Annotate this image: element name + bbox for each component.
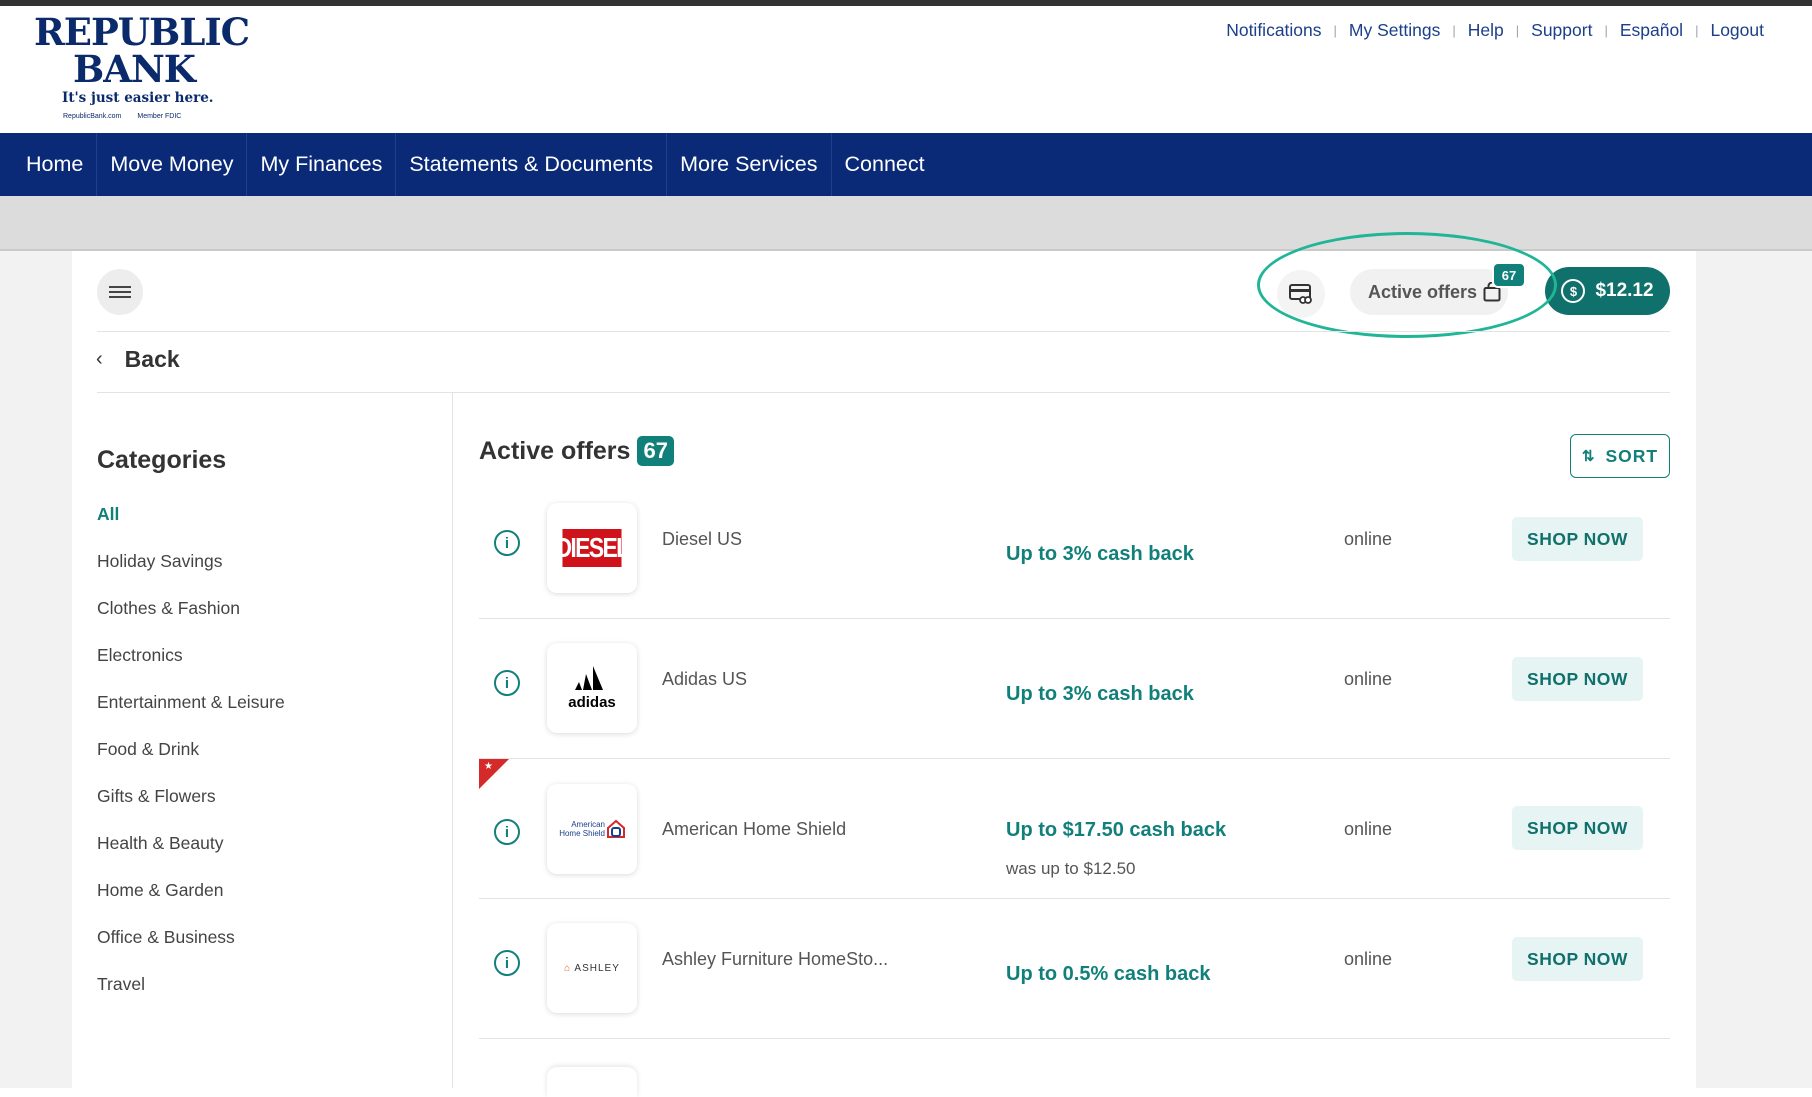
back-label: Back	[124, 346, 180, 372]
ahs-wordmark: American Home Shield	[559, 820, 605, 838]
cash-back-offer: Up to 3% cash back	[1006, 543, 1194, 565]
category-electronics[interactable]: Electronics	[97, 645, 183, 666]
merchant-logo: ⌂ ASHLEY	[547, 923, 637, 1013]
merchant-name: American Home Shield	[662, 819, 847, 839]
ashley-logo: ⌂ ASHLEY	[564, 963, 620, 974]
adidas-stripes-icon	[575, 665, 603, 690]
logo-fine-right: Member FDIC	[137, 113, 182, 120]
adidas-wordmark: adidas	[568, 693, 616, 711]
merchant-logo-partial	[547, 1067, 637, 1097]
star-icon: ★	[484, 761, 493, 772]
logo-tagline: It's just easier here.	[62, 90, 214, 106]
notifications-link[interactable]: Notifications	[1226, 20, 1321, 41]
logo-fine-left: RepublicBank.com	[63, 113, 122, 120]
logo-line-2: BANK	[73, 47, 196, 91]
category-clothes-fashion[interactable]: Clothes & Fashion	[97, 598, 240, 619]
sort-label: SORT	[1605, 445, 1659, 466]
merchant-name: Diesel US	[662, 529, 743, 549]
category-travel[interactable]: Travel	[97, 974, 145, 995]
column-divider	[452, 392, 453, 1088]
offer-channel: online	[1344, 529, 1393, 549]
cash-back-offer: Up to 3% cash back	[1006, 683, 1194, 705]
hamburger-menu-button[interactable]	[97, 269, 143, 315]
nav-home[interactable]: Home	[0, 133, 98, 196]
category-gifts-flowers[interactable]: Gifts & Flowers	[97, 786, 216, 807]
balance-amount: $12.12	[1595, 280, 1654, 301]
sort-arrows-icon: ⇅	[1581, 448, 1596, 465]
logo-line-1: REPUBLIC	[34, 10, 250, 54]
merchant-logo: American Home Shield	[547, 784, 637, 874]
info-icon[interactable]: i	[494, 950, 520, 976]
adidas-logo: adidas	[568, 665, 616, 711]
nav-move-money[interactable]: Move Money	[97, 133, 248, 196]
category-health-beauty[interactable]: Health & Beauty	[97, 833, 223, 854]
merchant-name: Adidas US	[662, 669, 748, 689]
shop-now-button[interactable]: SHOP NOW	[1512, 937, 1643, 981]
previous-offer: was up to $12.50	[1006, 859, 1136, 878]
gray-band	[0, 196, 1812, 251]
shop-now-button[interactable]: SHOP NOW	[1512, 806, 1643, 850]
utility-links: Notifications | My Settings | Help | Suppor…	[1226, 20, 1764, 41]
hamburger-icon	[109, 283, 131, 301]
support-link[interactable]: Support	[1531, 20, 1592, 41]
offer-channel: online	[1344, 819, 1393, 839]
house-shield-icon	[607, 819, 625, 838]
separator: |	[1333, 23, 1337, 38]
ashley-wordmark: ASHLEY	[574, 962, 620, 974]
nav-more-services[interactable]: More Services	[667, 133, 832, 196]
info-icon[interactable]: i	[494, 819, 520, 845]
shop-now-button[interactable]: SHOP NOW	[1512, 517, 1643, 561]
highlight-annotation-ring	[1257, 232, 1557, 338]
logo-fine-print: RepublicBank.com Member FDIC	[63, 113, 230, 120]
republic-bank-logo[interactable]: REPUBLIC BANK It's just easier here. Rep…	[34, 10, 250, 121]
nav-connect[interactable]: Connect	[832, 133, 938, 196]
cash-back-offer: Up to $17.50 cash back	[1006, 819, 1227, 841]
offers-heading: Active offers 67	[479, 436, 674, 466]
offer-row: ★ i American Home Shield American Home S…	[479, 759, 1670, 899]
category-entertainment-leisure[interactable]: Entertainment & Leisure	[97, 692, 285, 713]
main-nav: Home Move Money My Finances Statements &…	[0, 133, 1812, 196]
info-icon[interactable]: i	[494, 530, 520, 556]
category-all[interactable]: All	[97, 504, 119, 525]
category-home-garden[interactable]: Home & Garden	[97, 880, 223, 901]
separator: |	[1515, 23, 1520, 38]
separator: |	[1452, 23, 1456, 38]
logout-link[interactable]: Logout	[1710, 20, 1764, 41]
chevron-left-icon: ‹	[96, 348, 103, 370]
merchant-logo: DIESEL	[547, 503, 637, 593]
diesel-logo: DIESEL	[555, 529, 630, 567]
categories-title: Categories	[97, 446, 227, 474]
separator: |	[1695, 23, 1699, 38]
dollar-coin-icon: $	[1561, 279, 1586, 303]
nav-my-finances[interactable]: My Finances	[247, 133, 397, 196]
offer-channel: online	[1344, 669, 1393, 689]
cash-back-balance-button[interactable]: $ $12.12	[1545, 267, 1670, 315]
merchant-name: Ashley Furniture HomeSto...	[662, 949, 889, 969]
offers-title: Active offers	[479, 436, 631, 465]
offers-count-badge: 67	[637, 436, 674, 466]
offer-channel: online	[1344, 949, 1393, 969]
separator: |	[1604, 23, 1608, 38]
american-home-shield-logo: American Home Shield	[557, 818, 627, 840]
offer-row: i adidas Adidas US Up to 3% cash back on…	[479, 619, 1670, 759]
info-icon[interactable]: i	[494, 670, 520, 696]
cash-back-offer: Up to 0.5% cash back	[1006, 963, 1211, 985]
help-link[interactable]: Help	[1468, 20, 1504, 41]
ashley-mark-icon: ⌂	[564, 962, 572, 974]
my-settings-link[interactable]: My Settings	[1349, 20, 1440, 41]
category-office-business[interactable]: Office & Business	[97, 927, 235, 948]
sort-button[interactable]: ⇅ SORT	[1570, 434, 1670, 478]
category-holiday-savings[interactable]: Holiday Savings	[97, 551, 222, 572]
divider	[97, 392, 1670, 393]
divider	[97, 331, 1670, 332]
offer-row: i DIESEL Diesel US Up to 3% cash back on…	[479, 479, 1670, 619]
offer-row: i ⌂ ASHLEY Ashley Furniture HomeSto... U…	[479, 899, 1670, 1039]
shop-now-button[interactable]: SHOP NOW	[1512, 657, 1643, 701]
merchant-logo: adidas	[547, 643, 637, 733]
espanol-link[interactable]: Español	[1620, 20, 1683, 41]
back-button[interactable]: ‹ Back	[96, 346, 180, 373]
site-header: REPUBLIC BANK It's just easier here. Rep…	[0, 6, 1812, 133]
nav-statements-documents[interactable]: Statements & Documents	[396, 133, 668, 196]
category-food-drink[interactable]: Food & Drink	[97, 739, 199, 760]
